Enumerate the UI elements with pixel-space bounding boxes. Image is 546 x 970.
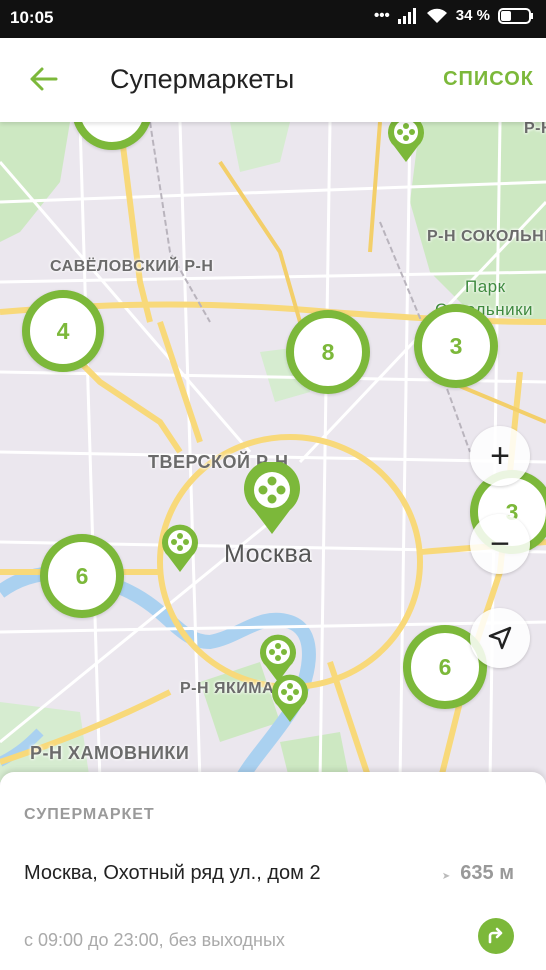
page-title: Супермаркеты xyxy=(110,64,295,94)
label-moscow: Москва xyxy=(224,540,313,568)
navigation-arrow-icon xyxy=(488,626,512,650)
app-bar: Супермаркеты СПИСОК xyxy=(0,38,546,122)
wifi-icon xyxy=(426,8,447,23)
more-dots-icon: ••• xyxy=(374,7,390,24)
selected-store-pin-icon[interactable] xyxy=(242,462,302,536)
store-distance-row: ➤ 635 м xyxy=(442,862,514,885)
store-pin-icon[interactable] xyxy=(160,524,200,574)
zoom-out-button[interactable]: − xyxy=(470,514,530,574)
route-button[interactable] xyxy=(478,918,514,954)
map-cluster-marker[interactable]: 8 xyxy=(286,310,370,394)
store-pin-icon[interactable] xyxy=(270,674,310,724)
signal-icon xyxy=(397,7,416,24)
label-sokolniki: Р-Н СОКОЛЬНИ xyxy=(427,228,546,245)
status-time: 10:05 xyxy=(10,8,54,27)
store-pin-icon[interactable] xyxy=(386,122,426,164)
status-icons: ••• 34 % xyxy=(374,7,534,24)
label-savelovsky: САВЁЛОВСКИЙ Р-Н xyxy=(50,258,214,275)
store-hours: с 09:00 до 23:00, без выходных xyxy=(24,930,285,950)
distance-arrow-icon: ➤ xyxy=(441,871,451,882)
list-button[interactable]: СПИСОК xyxy=(443,68,534,91)
my-location-button[interactable] xyxy=(470,608,530,668)
map-view[interactable]: САВЁЛОВСКИЙ Р-Н Р-Н СОКОЛЬНИ Парк Соколь… xyxy=(0,122,546,782)
store-distance: 635 м xyxy=(460,862,514,884)
label-khamovniki: Р-Н ХАМОВНИКИ xyxy=(30,743,190,763)
store-category: СУПЕРМАРКЕТ xyxy=(24,806,155,823)
map-cluster-marker[interactable]: 3 xyxy=(414,304,498,388)
directions-icon xyxy=(488,927,503,944)
zoom-in-button[interactable]: + xyxy=(470,426,530,486)
store-info-sheet[interactable]: СУПЕРМАРКЕТ Москва, Охотный ряд ул., дом… xyxy=(0,772,546,970)
battery-icon xyxy=(498,7,533,24)
label-top-right: Р-Н xyxy=(524,122,546,137)
battery-percent: 34 % xyxy=(455,7,490,24)
label-park-line1: Парк xyxy=(465,277,506,296)
back-arrow-icon[interactable] xyxy=(26,62,60,96)
store-address: Москва, Охотный ряд ул., дом 2 xyxy=(24,862,321,884)
map-cluster-marker[interactable]: 4 xyxy=(22,290,104,372)
map-cluster-marker[interactable]: 6 xyxy=(40,534,124,618)
status-bar: 10:05 ••• 34 % xyxy=(0,0,546,38)
